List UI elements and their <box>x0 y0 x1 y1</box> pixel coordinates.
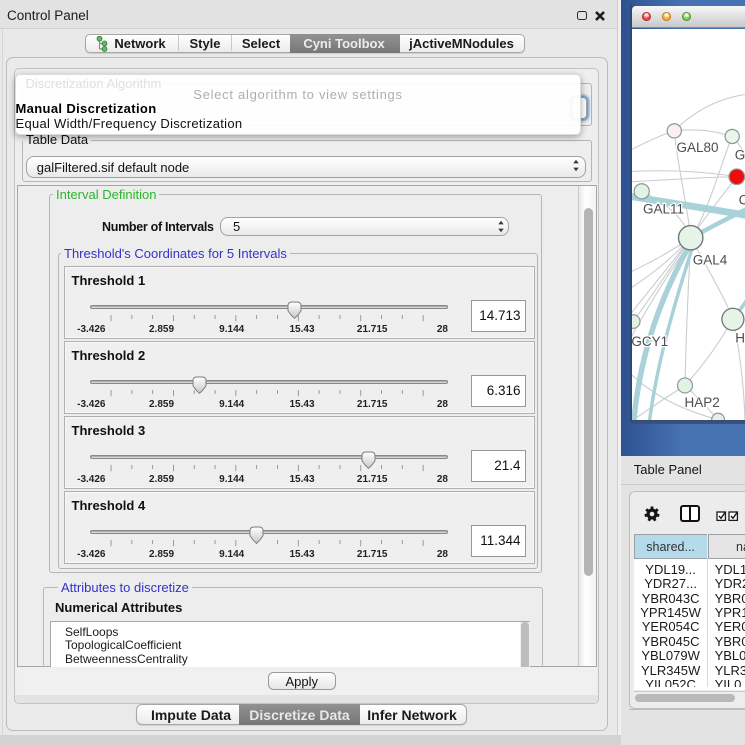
svg-text:GCY1: GCY1 <box>632 333 668 348</box>
svg-text:HAP2: HAP2 <box>685 394 720 409</box>
svg-text:G: G <box>735 147 745 162</box>
svg-text:H: H <box>735 330 745 345</box>
svg-text:GAL11: GAL11 <box>643 201 684 216</box>
svg-text:C: C <box>739 192 745 207</box>
svg-text:GAL4: GAL4 <box>693 252 728 267</box>
svg-text:GAL80: GAL80 <box>677 139 719 154</box>
